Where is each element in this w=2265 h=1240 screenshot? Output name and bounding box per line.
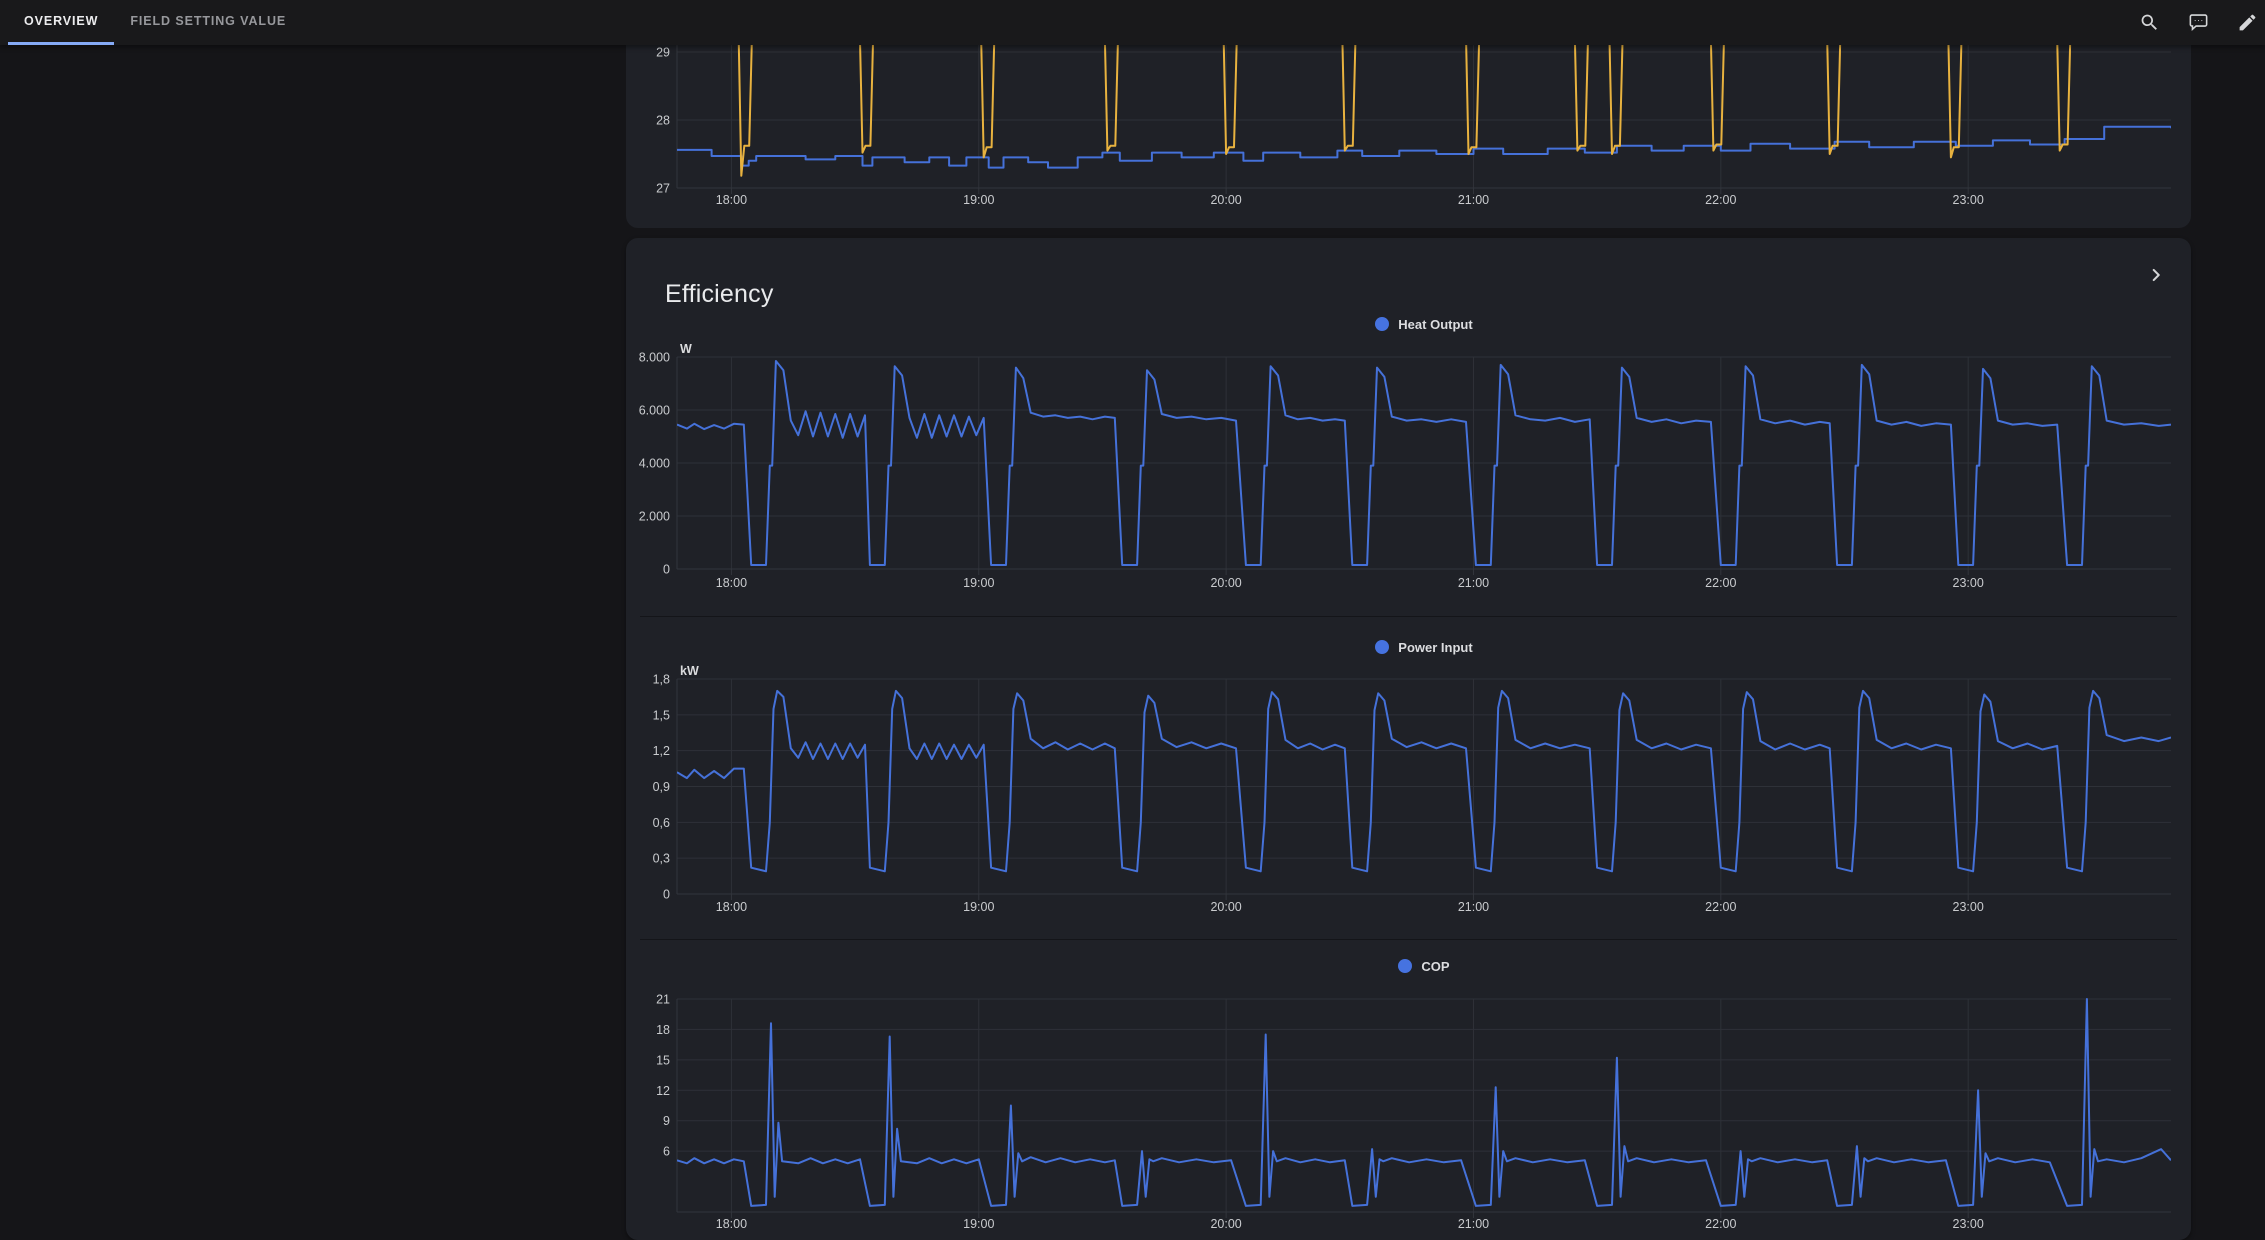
svg-text:19:00: 19:00: [963, 193, 994, 207]
svg-text:27: 27: [656, 182, 670, 196]
svg-text:18:00: 18:00: [716, 576, 747, 590]
svg-text:19:00: 19:00: [963, 576, 994, 590]
search-icon: [2139, 12, 2160, 33]
svg-text:20:00: 20:00: [1210, 900, 1241, 914]
legend-label: Heat Output: [1398, 317, 1472, 332]
edit-button[interactable]: [2229, 5, 2265, 41]
legend-label: COP: [1421, 959, 1449, 974]
svg-text:9: 9: [663, 1114, 670, 1128]
svg-text:21:00: 21:00: [1458, 193, 1489, 207]
section-divider: [640, 616, 2177, 617]
svg-text:21:00: 21:00: [1458, 576, 1489, 590]
svg-text:22:00: 22:00: [1705, 576, 1736, 590]
svg-text:21:00: 21:00: [1458, 900, 1489, 914]
card-expand-button[interactable]: [2141, 261, 2171, 291]
svg-text:23:00: 23:00: [1953, 193, 1984, 207]
cop-chart[interactable]: 21 18 15 12 9 6 18:00 19:00 20:00 21:00 22:00 23:00: [626, 985, 2191, 1230]
tab-overview[interactable]: OVERVIEW: [8, 0, 114, 45]
tab-field-setting-value[interactable]: FIELD SETTING VALUE: [114, 0, 302, 45]
legend-heat-output[interactable]: Heat Output: [677, 316, 2171, 332]
svg-text:15: 15: [656, 1053, 670, 1067]
svg-text:20:00: 20:00: [1210, 193, 1241, 207]
legend-dot-icon: [1375, 317, 1389, 331]
legend-dot-icon: [1398, 959, 1412, 973]
dashboard-page: { "topbar": { "tabs": [ {"label": "OVERV…: [0, 0, 2265, 1166]
power-input-chart[interactable]: 1,8 1,5 1,2 0,9 0,6 0,3 0 18:00 19:00 20:00 21:00 2…: [626, 660, 2191, 915]
svg-text:19:00: 19:00: [963, 900, 994, 914]
svg-text:18: 18: [656, 1023, 670, 1037]
svg-text:20:00: 20:00: [1210, 1217, 1241, 1230]
svg-text:23:00: 23:00: [1953, 900, 1984, 914]
tab-bar: OVERVIEW FIELD SETTING VALUE: [0, 0, 302, 45]
svg-text:21:00: 21:00: [1458, 1217, 1489, 1230]
legend-dot-icon: [1375, 640, 1389, 654]
svg-text:4.000: 4.000: [639, 457, 670, 471]
legend-cop[interactable]: COP: [677, 958, 2171, 974]
svg-text:0,6: 0,6: [653, 816, 670, 830]
header-actions: [2131, 0, 2265, 45]
svg-text:8.000: 8.000: [639, 351, 670, 365]
svg-text:28: 28: [656, 114, 670, 128]
legend-power-input[interactable]: Power Input: [677, 639, 2171, 655]
card-title: Efficiency: [665, 280, 774, 309]
section-divider: [640, 939, 2177, 940]
svg-text:1,8: 1,8: [653, 673, 670, 687]
legend-label: Power Input: [1398, 640, 1472, 655]
svg-text:22:00: 22:00: [1705, 900, 1736, 914]
heat-output-chart[interactable]: 8.000 6.000 4.000 2.000 0 18:00 19:00 20:00 21:0…: [626, 338, 2191, 600]
chevron-right-icon: [2145, 264, 2167, 289]
series-power-input-kw: [677, 691, 2171, 871]
app-header: OVERVIEW FIELD SETTING VALUE: [0, 0, 2265, 45]
svg-text:22:00: 22:00: [1705, 1217, 1736, 1230]
svg-text:23:00: 23:00: [1953, 1217, 1984, 1230]
svg-text:23:00: 23:00: [1953, 576, 1984, 590]
svg-text:1,5: 1,5: [653, 708, 670, 722]
temperature-chart[interactable]: 29 28 27 18:00 19:00 20:00 21:00 22:00 23:00: [626, 45, 2191, 215]
svg-text:18:00: 18:00: [716, 193, 747, 207]
svg-text:0: 0: [663, 888, 670, 902]
svg-text:20:00: 20:00: [1210, 576, 1241, 590]
search-button[interactable]: [2131, 5, 2167, 41]
svg-text:29: 29: [656, 46, 670, 60]
svg-text:6: 6: [663, 1145, 670, 1159]
svg-text:0: 0: [663, 563, 670, 577]
svg-text:0,9: 0,9: [653, 780, 670, 794]
series-temperature-orange: [677, 45, 2171, 176]
svg-text:6.000: 6.000: [639, 404, 670, 418]
svg-text:19:00: 19:00: [963, 1217, 994, 1230]
series-temperature-blue: [677, 127, 2171, 168]
series-cop-ratio: [677, 999, 2171, 1206]
svg-text:18:00: 18:00: [716, 1217, 747, 1230]
edit-pencil-icon: [2237, 12, 2258, 33]
svg-text:0,3: 0,3: [653, 852, 670, 866]
svg-text:22:00: 22:00: [1705, 193, 1736, 207]
svg-text:1,2: 1,2: [653, 744, 670, 758]
comments-icon: [2188, 12, 2209, 33]
efficiency-card: Efficiency Heat Output 8.000 6.000 4.000 2.…: [626, 238, 2191, 1240]
comments-button[interactable]: [2180, 5, 2216, 41]
svg-text:12: 12: [656, 1084, 670, 1098]
svg-text:2.000: 2.000: [639, 510, 670, 524]
svg-text:W: W: [680, 342, 692, 356]
svg-text:18:00: 18:00: [716, 900, 747, 914]
temperature-chart-card: 29 28 27 18:00 19:00 20:00 21:00 22:00 23:00: [626, 45, 2191, 228]
svg-text:kW: kW: [680, 664, 699, 678]
svg-text:21: 21: [656, 993, 670, 1007]
